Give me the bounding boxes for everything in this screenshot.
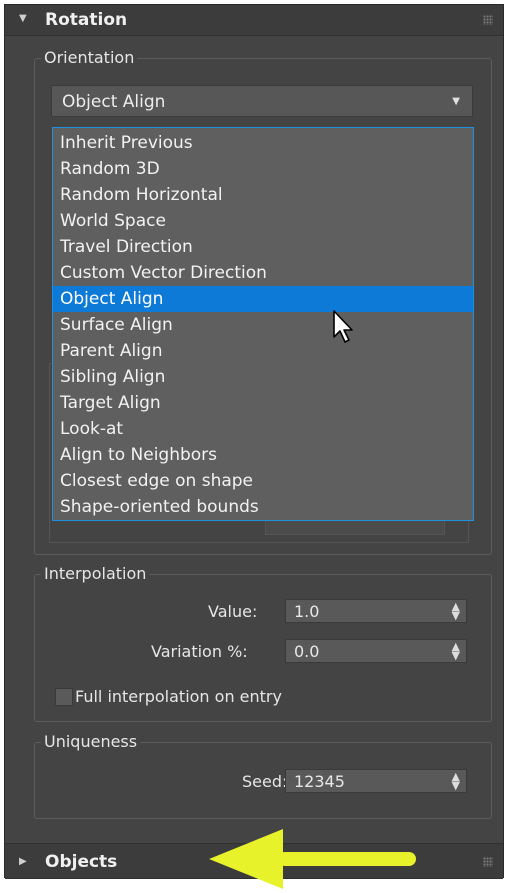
full-interpolation-checkbox[interactable] [55, 688, 73, 706]
list-item[interactable]: Random 3D [53, 156, 473, 182]
list-item[interactable]: Look-at [53, 416, 473, 442]
drag-grip-icon[interactable] [483, 15, 493, 25]
value-label: Value: [208, 602, 258, 621]
full-interpolation-label: Full interpolation on entry [75, 687, 282, 706]
orientation-dropdown[interactable]: Object Align ▼ [51, 85, 473, 117]
variation-field[interactable]: 0.0 [294, 642, 319, 661]
seed-spinner[interactable]: 12345 ▲ ▼ [285, 769, 467, 793]
collapse-triangle-icon: ▼ [19, 13, 27, 24]
orientation-selected-value: Object Align [62, 92, 166, 112]
rotation-rollout-title: Rotation [45, 10, 128, 30]
list-item[interactable]: Travel Direction [53, 234, 473, 260]
list-item[interactable]: Closest edge on shape [53, 468, 473, 494]
value-spinner[interactable]: 1.0 ▲ ▼ [285, 599, 467, 623]
list-item[interactable]: Shape-oriented bounds [53, 494, 473, 520]
list-item[interactable]: Inherit Previous [53, 130, 473, 156]
list-item[interactable]: Target Align [53, 390, 473, 416]
list-item[interactable]: Align to Neighbors [53, 442, 473, 468]
list-item[interactable]: Custom Vector Direction [53, 260, 473, 286]
expand-triangle-icon: ▶ [19, 856, 27, 867]
list-item-selected[interactable]: Object Align [53, 286, 473, 312]
orientation-group-label: Orientation [41, 48, 138, 67]
mouse-cursor-icon [333, 310, 353, 343]
orientation-options-list[interactable]: Inherit Previous Random 3D Random Horizo… [52, 127, 474, 521]
value-field[interactable]: 1.0 [294, 602, 319, 621]
spinner-arrows-icon[interactable]: ▲ ▼ [452, 771, 460, 791]
objects-rollout-title: Objects [45, 852, 118, 872]
variation-spinner[interactable]: 0.0 ▲ ▼ [285, 639, 467, 663]
list-item[interactable]: Parent Align [53, 338, 473, 364]
variation-label: Variation %: [151, 642, 248, 661]
interpolation-group-label: Interpolation [41, 564, 150, 583]
list-item[interactable]: Sibling Align [53, 364, 473, 390]
seed-label: Seed: [242, 772, 288, 791]
rotation-rollout-header[interactable]: ▼ Rotation [5, 5, 503, 36]
list-item[interactable]: World Space [53, 208, 473, 234]
properties-panel: ▼ Rotation Orientation Object Align ▼ In… [4, 4, 504, 889]
annotation-arrow-icon [209, 829, 416, 889]
chevron-down-icon: ▼ [452, 96, 460, 107]
seed-field[interactable]: 12345 [294, 772, 345, 791]
spinner-arrows-icon[interactable]: ▲ ▼ [452, 601, 460, 621]
list-item[interactable]: Random Horizontal [53, 182, 473, 208]
uniqueness-group-label: Uniqueness [41, 732, 141, 751]
spinner-arrows-icon[interactable]: ▲ ▼ [452, 641, 460, 661]
list-item[interactable]: Surface Align [53, 312, 473, 338]
drag-grip-icon[interactable] [483, 857, 493, 867]
